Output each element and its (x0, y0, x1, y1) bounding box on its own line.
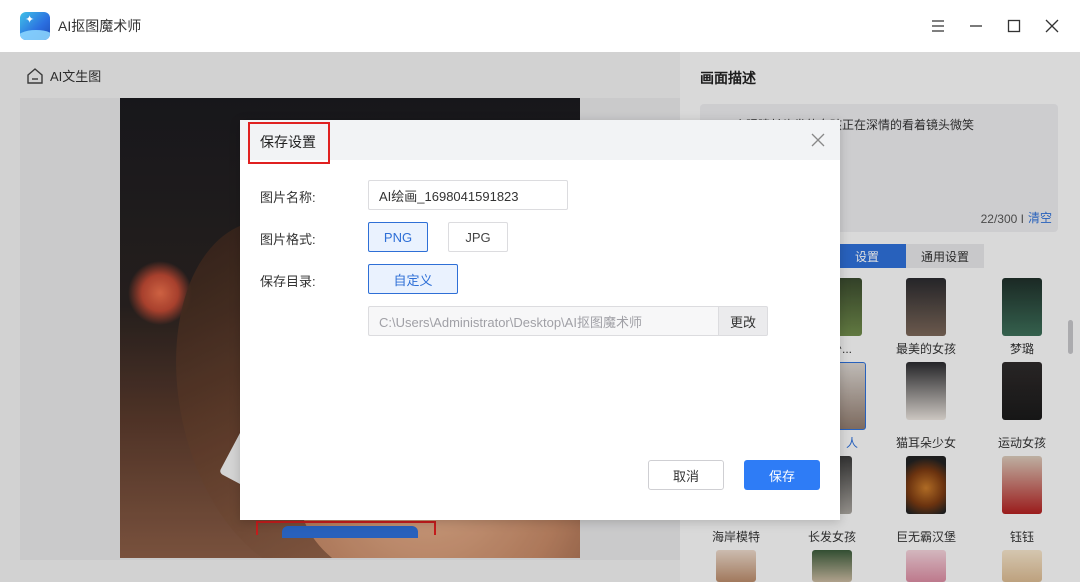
minimize-icon[interactable] (962, 12, 990, 40)
app-logo-icon: ✦ (20, 12, 50, 40)
title-highlight-box (248, 122, 330, 164)
custom-directory-button[interactable]: 自定义 (368, 264, 458, 294)
save-button[interactable]: 保存 (744, 460, 820, 490)
dialog-close-icon[interactable] (810, 132, 826, 148)
title-bar: ✦ AI抠图魔术师 (0, 0, 1080, 52)
app-title: AI抠图魔术师 (58, 18, 142, 34)
change-directory-button[interactable]: 更改 (718, 306, 768, 336)
save-directory-label: 保存目录: (260, 274, 316, 289)
menu-icon[interactable] (924, 12, 952, 40)
image-format-label: 图片格式: (260, 232, 316, 247)
directory-path-input[interactable]: C:\Users\Administrator\Desktop\AI抠图魔术师 (368, 306, 718, 336)
dialog-header: 保存设置 (240, 120, 840, 164)
cancel-button[interactable]: 取消 (648, 460, 724, 490)
close-icon[interactable] (1038, 12, 1066, 40)
format-png-button[interactable]: PNG (368, 222, 428, 252)
image-name-label: 图片名称: (260, 190, 316, 205)
save-settings-dialog: 保存设置 图片名称: AI绘画_1698041591823 图片格式: PNG … (240, 120, 840, 520)
image-name-input[interactable]: AI绘画_1698041591823 (368, 180, 568, 210)
maximize-icon[interactable] (1000, 12, 1028, 40)
format-jpg-button[interactable]: JPG (448, 222, 508, 252)
